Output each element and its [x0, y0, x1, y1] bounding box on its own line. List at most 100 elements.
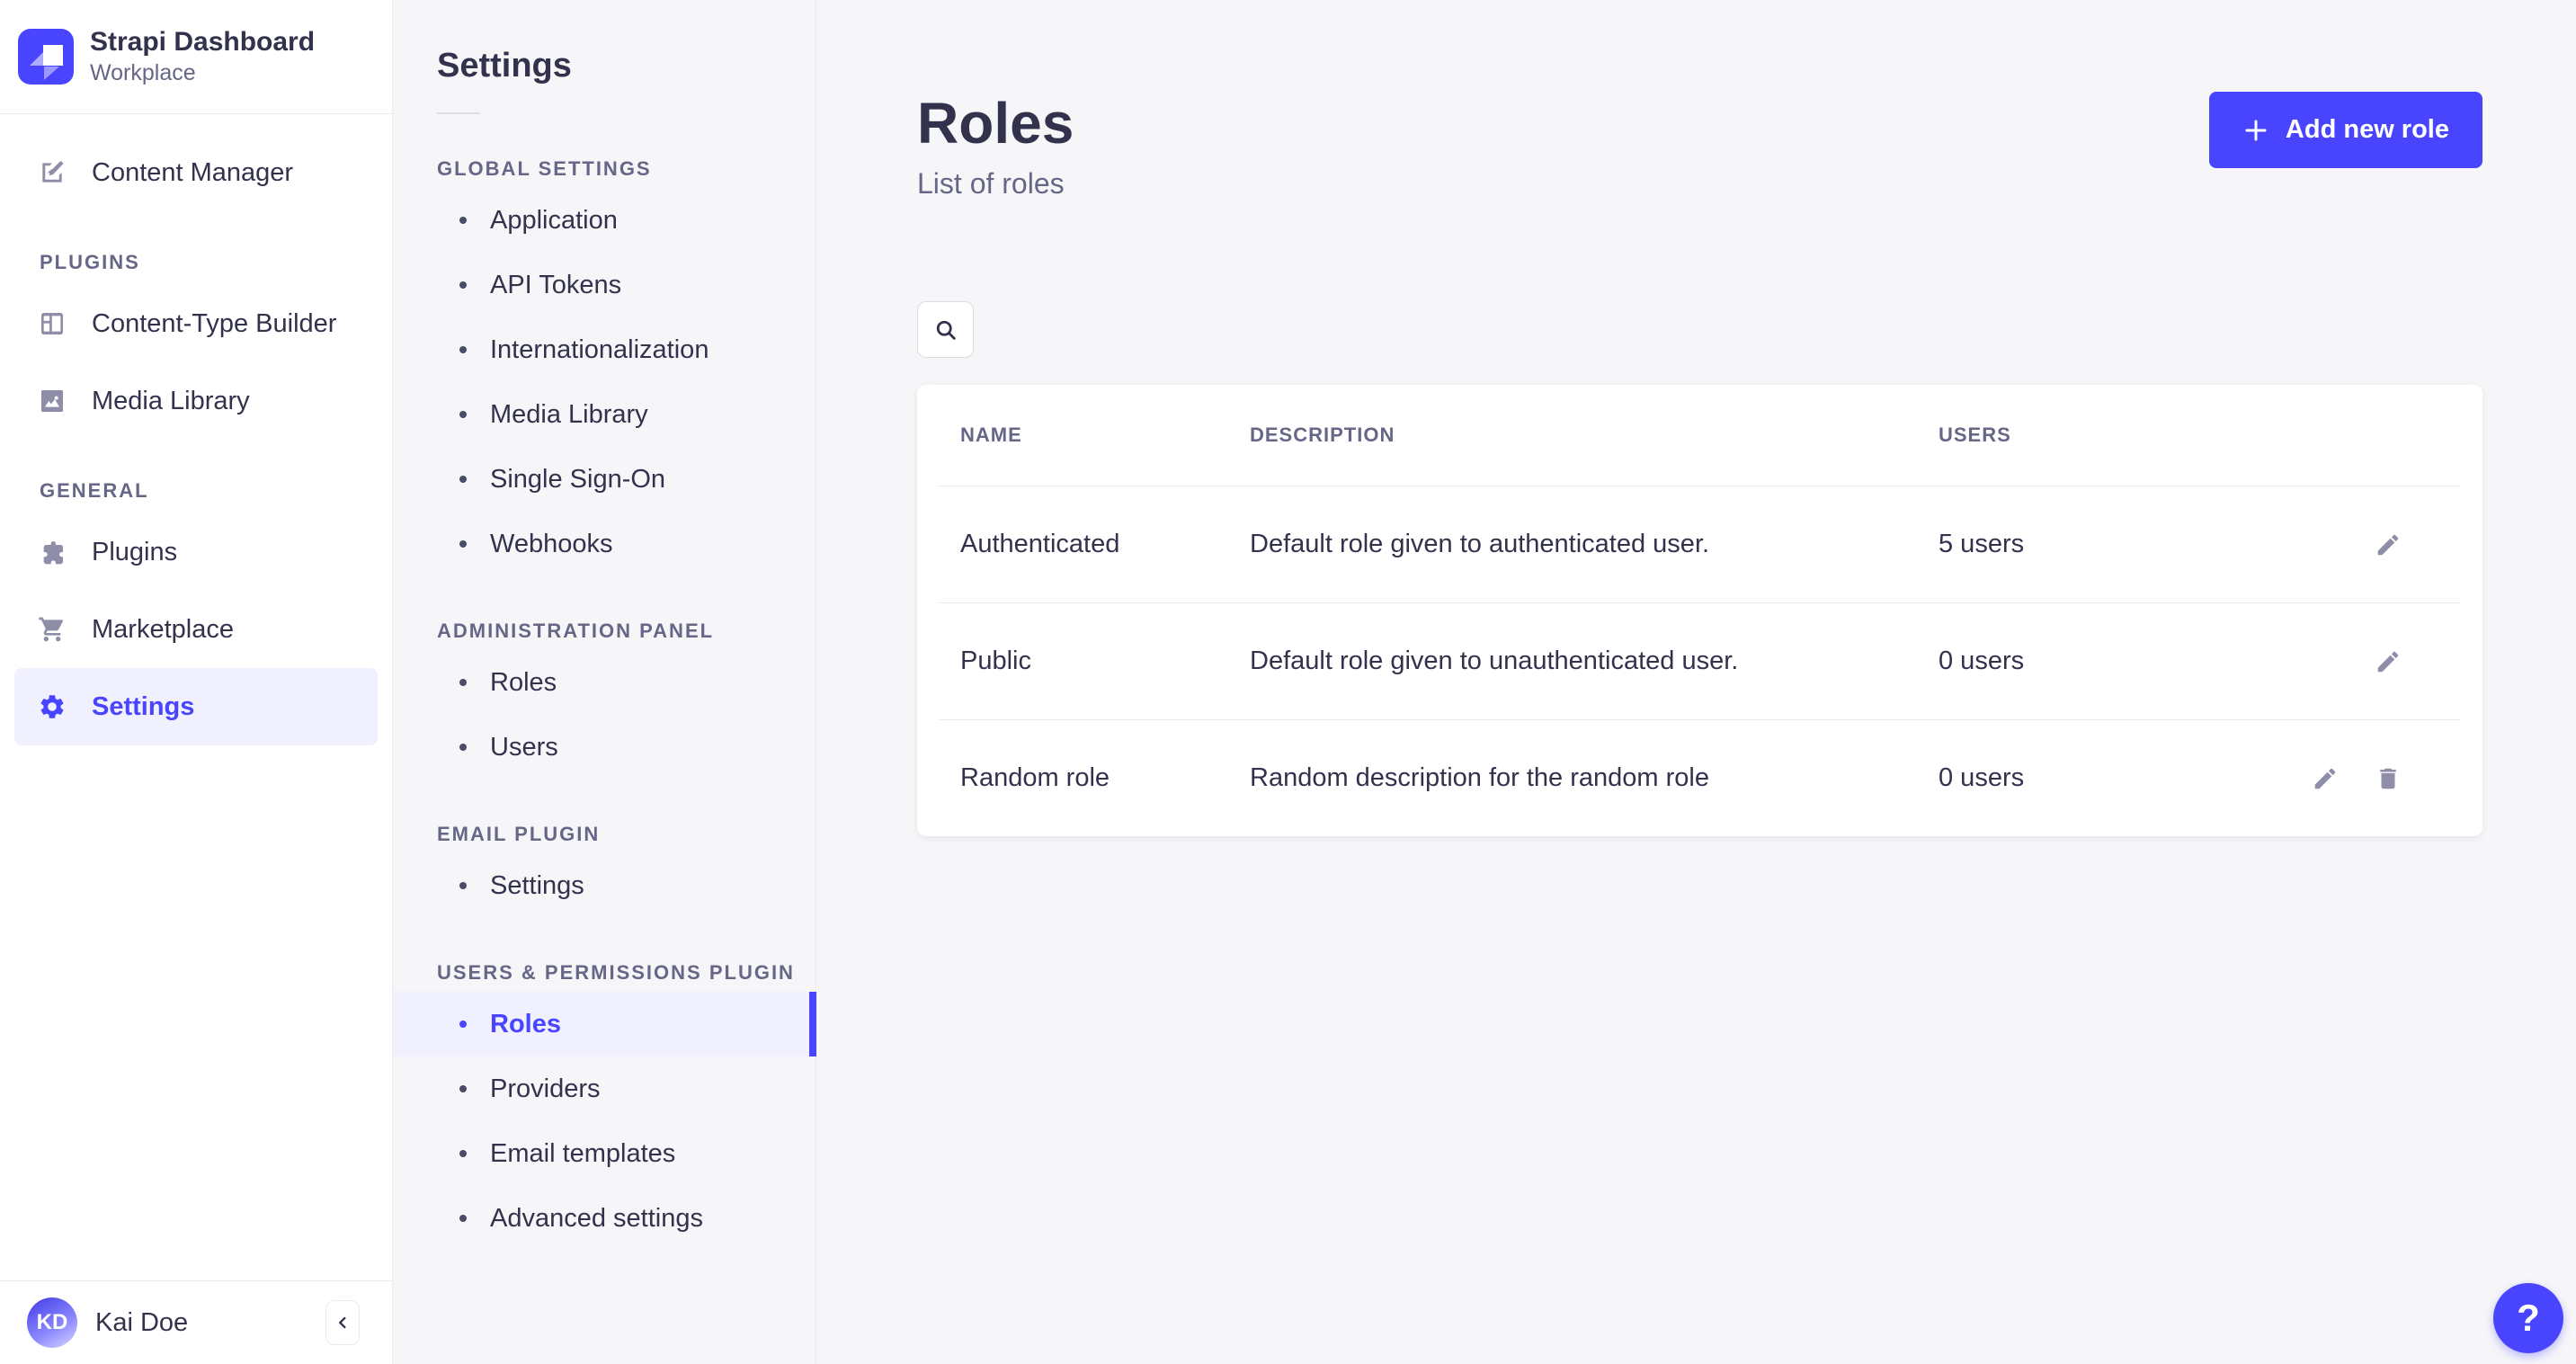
- app-title: Strapi Dashboard: [90, 26, 315, 58]
- subnav-item-up-roles[interactable]: Roles: [393, 992, 816, 1056]
- sidebar-item-media-library[interactable]: Media Library: [14, 362, 378, 440]
- pencil-icon: [2312, 765, 2339, 792]
- bullet-icon: [459, 346, 467, 353]
- sidebar-item-settings[interactable]: Settings: [14, 668, 378, 745]
- bullet-icon: [459, 882, 467, 889]
- avatar[interactable]: KD: [27, 1297, 77, 1348]
- edit-role-button[interactable]: [2310, 763, 2340, 794]
- roles-table: Name Description Users Authenticated Def…: [917, 385, 2482, 836]
- main-sidebar: Strapi Dashboard Workplace Content Manag…: [0, 0, 393, 1364]
- content-type-builder-icon: [38, 309, 67, 338]
- bullet-icon: [459, 744, 467, 751]
- subnav-item-media-library[interactable]: Media Library: [393, 382, 816, 447]
- subnav-item-label: Users: [490, 733, 558, 762]
- bullet-icon: [459, 1085, 467, 1092]
- role-users-count: 0 users: [1939, 763, 2204, 793]
- role-description: Random description for the random role: [1250, 763, 1939, 793]
- bullet-icon: [459, 1150, 467, 1157]
- subnav-title: Settings: [393, 0, 816, 85]
- sidebar-item-label: Content Manager: [92, 158, 293, 188]
- sidebar-item-marketplace[interactable]: Marketplace: [14, 591, 378, 668]
- subnav-item-label: Settings: [490, 871, 584, 901]
- sidebar-item-label: Plugins: [92, 538, 177, 567]
- subnav-item-label: API Tokens: [490, 271, 621, 300]
- sidebar-item-content-manager[interactable]: Content Manager: [14, 134, 378, 211]
- page-title: Roles: [917, 90, 1074, 156]
- role-users-count: 5 users: [1939, 530, 2204, 559]
- subnav-item-application[interactable]: Application: [393, 188, 816, 253]
- edit-role-button[interactable]: [2373, 530, 2403, 560]
- bullet-icon: [459, 1021, 467, 1028]
- subnav-item-label: Single Sign-On: [490, 465, 665, 495]
- subnav-item-email-settings[interactable]: Settings: [393, 853, 816, 918]
- delete-role-button[interactable]: [2373, 763, 2403, 794]
- subnav-item-label: Providers: [490, 1074, 601, 1104]
- bullet-icon: [459, 1215, 467, 1222]
- active-indicator-bar: [809, 992, 816, 1056]
- bullet-icon: [459, 679, 467, 686]
- bullet-icon: [459, 281, 467, 289]
- subnav-item-email-templates[interactable]: Email templates: [393, 1121, 816, 1186]
- bullet-icon: [459, 217, 467, 224]
- help-button[interactable]: ?: [2493, 1283, 2563, 1353]
- role-name: Authenticated: [917, 530, 1250, 559]
- strapi-logo-icon: [18, 29, 74, 85]
- table-row[interactable]: Public Default role given to unauthentic…: [917, 603, 2482, 719]
- trash-icon: [2375, 765, 2402, 792]
- role-users-count: 0 users: [1939, 646, 2204, 676]
- subnav-item-label: Internationalization: [490, 335, 709, 365]
- table-row[interactable]: Random role Random description for the r…: [917, 720, 2482, 836]
- sidebar-item-plugins[interactable]: Plugins: [14, 513, 378, 591]
- subnav-item-providers[interactable]: Providers: [393, 1056, 816, 1121]
- table-row[interactable]: Authenticated Default role given to auth…: [917, 486, 2482, 602]
- pencil-icon: [2375, 531, 2402, 558]
- bullet-icon: [459, 476, 467, 483]
- content-manager-icon: [38, 158, 67, 187]
- pencil-icon: [2375, 648, 2402, 675]
- gear-icon: [38, 692, 67, 721]
- subnav-section-global-settings: Global Settings: [437, 157, 816, 181]
- sidebar-item-label: Content-Type Builder: [92, 309, 336, 339]
- chevron-left-icon: [333, 1313, 352, 1333]
- section-label-plugins: Plugins: [40, 251, 392, 274]
- shopping-cart-icon: [38, 615, 67, 644]
- page-subtitle: List of roles: [917, 167, 1074, 201]
- subnav-section-email-plugin: Email Plugin: [437, 823, 816, 846]
- plus-icon: [2242, 117, 2269, 144]
- subnav-item-label: Email templates: [490, 1139, 675, 1169]
- add-new-role-button[interactable]: Add new role: [2209, 92, 2482, 168]
- role-name: Random role: [917, 763, 1250, 793]
- sidebar-item-label: Marketplace: [92, 615, 234, 645]
- edit-role-button[interactable]: [2373, 646, 2403, 677]
- subnav-item-label: Roles: [490, 1010, 561, 1039]
- subnav-item-admin-roles[interactable]: Roles: [393, 650, 816, 715]
- workspace-name: Workplace: [90, 58, 315, 87]
- column-header-users: Users: [1939, 423, 2204, 447]
- subnav-item-label: Webhooks: [490, 530, 613, 559]
- section-label-general: General: [40, 479, 392, 503]
- search-icon: [933, 317, 958, 343]
- subnav-item-webhooks[interactable]: Webhooks: [393, 512, 816, 576]
- puzzle-icon: [38, 538, 67, 566]
- subnav-item-single-sign-on[interactable]: Single Sign-On: [393, 447, 816, 512]
- sidebar-item-label: Settings: [92, 692, 194, 722]
- subnav-item-admin-users[interactable]: Users: [393, 715, 816, 780]
- subnav-item-internationalization[interactable]: Internationalization: [393, 317, 816, 382]
- role-description: Default role given to unauthenticated us…: [1250, 646, 1939, 676]
- subnav-item-label: Media Library: [490, 400, 648, 430]
- main-content: Roles List of roles Add new role Name De…: [816, 0, 2576, 1364]
- sidebar-item-content-type-builder[interactable]: Content-Type Builder: [14, 285, 378, 362]
- collapse-sidebar-button[interactable]: [325, 1300, 360, 1345]
- column-header-description: Description: [1250, 423, 1939, 447]
- bullet-icon: [459, 411, 467, 418]
- sidebar-item-label: Media Library: [92, 387, 250, 416]
- subnav-item-advanced-settings[interactable]: Advanced settings: [393, 1186, 816, 1251]
- settings-subnav: Settings Global Settings Application API…: [393, 0, 816, 1364]
- subnav-item-label: Roles: [490, 668, 557, 698]
- subnav-item-api-tokens[interactable]: API Tokens: [393, 253, 816, 317]
- role-name: Public: [917, 646, 1250, 676]
- search-button[interactable]: [917, 301, 974, 358]
- subnav-section-administration-panel: Administration Panel: [437, 620, 816, 643]
- brand: Strapi Dashboard Workplace: [0, 0, 392, 114]
- bullet-icon: [459, 540, 467, 548]
